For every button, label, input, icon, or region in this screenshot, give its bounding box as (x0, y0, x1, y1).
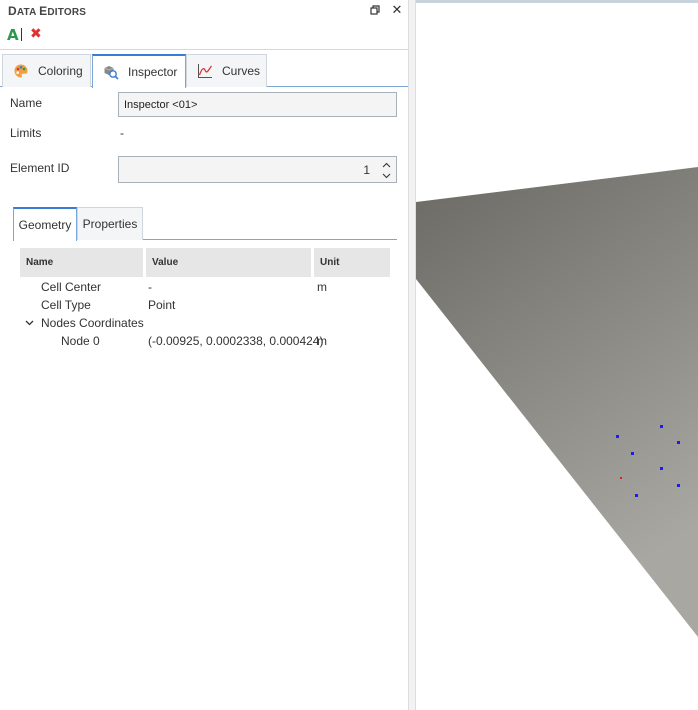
node-point (660, 425, 663, 428)
panel-title: DATA EDITORS (8, 4, 86, 18)
tab-geometry-label: Geometry (18, 218, 72, 232)
node-point (677, 484, 680, 487)
column-header-name[interactable]: Name (20, 248, 143, 277)
toolbar-divider (0, 49, 409, 50)
panel-title-part-1: ATA (16, 7, 40, 18)
node-point-selected (620, 477, 622, 479)
add-inspector-button[interactable]: A (7, 26, 22, 44)
tab-curves[interactable]: Curves (186, 54, 267, 87)
editor-tabs: Coloring Inspector Curves (0, 54, 409, 88)
element-id-stepper[interactable]: 1 (118, 156, 397, 183)
node-point (635, 494, 638, 497)
stepper-down-button[interactable] (378, 170, 394, 181)
node-point (631, 452, 634, 455)
table-row-name[interactable]: Cell Center (41, 280, 101, 294)
column-header-unit-label: Unit (320, 257, 340, 268)
tree-expander[interactable] (24, 318, 34, 328)
tab-inspector-label: Inspector (128, 65, 178, 79)
element-id-label: Element ID (10, 161, 70, 175)
name-label: Name (10, 96, 43, 110)
inspector-subtabs: Geometry Properties (13, 207, 397, 241)
delete-icon: ✖ (30, 26, 42, 42)
tab-coloring[interactable]: Coloring (2, 54, 91, 87)
inspector-icon (103, 64, 119, 80)
chevron-down-icon (382, 173, 390, 178)
chevron-down-icon (25, 320, 33, 326)
3d-viewport[interactable] (416, 0, 698, 710)
name-field-value: Inspector <01> (124, 98, 198, 111)
curves-icon (197, 63, 213, 79)
element-id-value: 1 (363, 163, 370, 177)
close-icon: ✕ (391, 2, 403, 17)
stepper-up-button[interactable] (378, 159, 394, 170)
node-point (677, 441, 680, 444)
table-row-name[interactable]: Cell Type (41, 298, 91, 312)
tab-coloring-label: Coloring (38, 64, 83, 78)
add-text-icon: A (7, 26, 19, 44)
column-header-value-label: Value (152, 257, 179, 268)
tab-inspector[interactable]: Inspector (92, 54, 186, 88)
tab-curves-label: Curves (222, 64, 261, 78)
node-point (616, 435, 619, 438)
viewport-scene[interactable] (416, 3, 698, 710)
column-header-value[interactable]: Value (146, 248, 311, 277)
tab-properties-label: Properties (82, 217, 138, 231)
table-row-name[interactable]: Nodes Coordinates (41, 316, 144, 330)
table-row-value: - (148, 280, 152, 294)
restore-window-icon[interactable] (368, 3, 382, 17)
data-editors-panel: DATA EDITORS ✕ A ✖ Coloring Inspector Cu… (0, 0, 409, 710)
limits-label: Limits (10, 126, 42, 140)
panel-splitter[interactable] (408, 0, 416, 710)
table-row-name[interactable]: Node 0 (61, 334, 100, 348)
column-header-unit[interactable]: Unit (314, 248, 390, 277)
tab-properties[interactable]: Properties (77, 207, 143, 240)
table-row-value: (-0.00925, 0.0002338, 0.000424) (148, 334, 324, 348)
delete-inspector-button[interactable]: ✖ (30, 26, 42, 42)
column-header-name-label: Name (26, 257, 54, 268)
surface-mesh[interactable] (416, 167, 698, 637)
panel-title-letter-1: D (8, 4, 17, 18)
panel-title-part-2: DITORS (47, 7, 87, 18)
table-row-value: Point (148, 298, 176, 312)
chevron-up-icon (382, 162, 390, 167)
close-panel-button[interactable]: ✕ (390, 2, 404, 17)
name-field[interactable]: Inspector <01> (118, 92, 397, 117)
limits-value: - (120, 126, 124, 140)
node-point (660, 467, 663, 470)
palette-icon (13, 63, 29, 79)
table-row-unit: m (317, 280, 327, 294)
table-row-unit: m (317, 334, 327, 348)
tab-geometry[interactable]: Geometry (13, 207, 77, 241)
